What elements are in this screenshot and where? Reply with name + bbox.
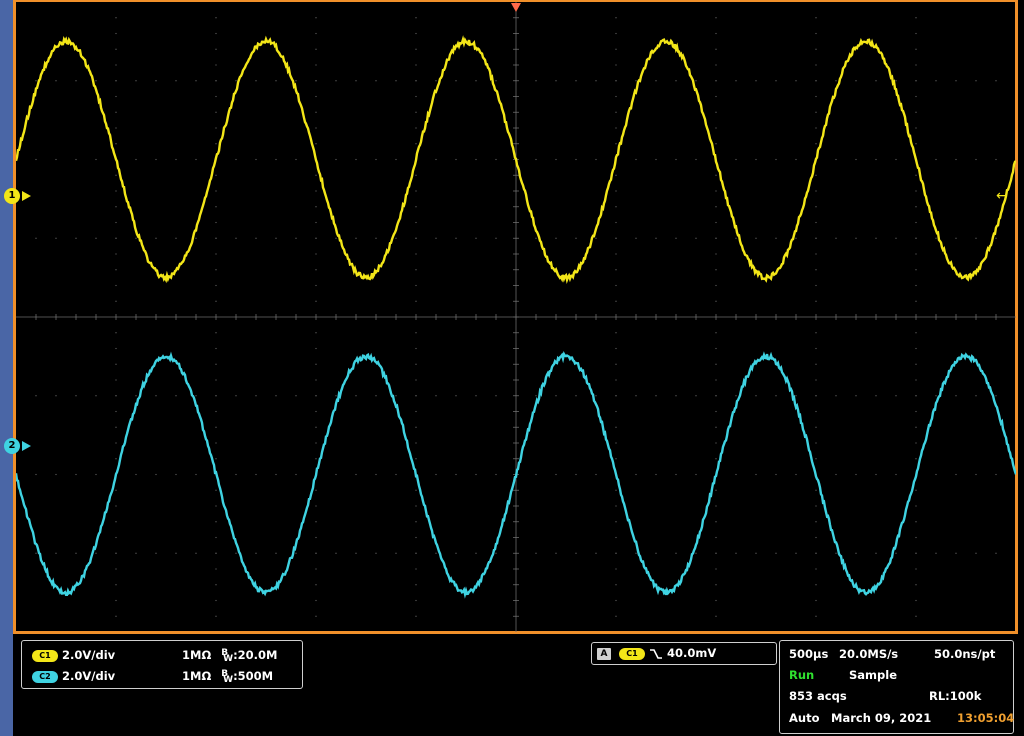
channel-1-marker[interactable]: 1 (4, 188, 20, 204)
trigger-readout-panel[interactable]: A C1 40.0mV (591, 642, 777, 665)
channel-2-marker[interactable]: 2 (4, 438, 20, 454)
channel-1-settings: 1MΩ BW:20.0M (182, 646, 277, 664)
channel-1-scale: 2.0V/div (62, 648, 115, 662)
run-state[interactable]: Run (789, 666, 814, 684)
date: March 09, 2021 (831, 709, 931, 727)
channel-1-readout[interactable]: C1 2.0V/div (32, 646, 115, 664)
channel-1-arrow-icon (22, 191, 31, 201)
graticule-display (16, 2, 1016, 632)
channel-2-badge: C2 (32, 671, 58, 683)
channel-2-bandwidth-label: BW (221, 669, 233, 683)
channel-1-bandwidth: :20.0M (233, 648, 277, 662)
channel-1-bandwidth-label: BW (221, 648, 233, 662)
graticule-grid (16, 2, 1016, 632)
channel-2-arrow-icon (22, 441, 31, 451)
sample-rate: 20.0MS/s (839, 645, 898, 663)
acquisition-count: 853 acqs (789, 687, 847, 705)
acquisition-mode: Sample (849, 666, 897, 684)
trigger-mode: Auto (789, 709, 820, 727)
channel-2-impedance: 1MΩ (182, 669, 211, 683)
channel-2-bandwidth: :500M (233, 669, 273, 683)
channel-readout-panel[interactable]: C1 2.0V/div 1MΩ BW:20.0M C2 2.0V/div 1MΩ… (21, 640, 303, 689)
channel-1-impedance: 1MΩ (182, 648, 211, 662)
trigger-position-icon (511, 3, 521, 12)
acquisition-panel[interactable]: 500μs 20.0MS/s 50.0ns/pt Run Sample 853 … (779, 640, 1014, 734)
trigger-mode-icon: A (597, 648, 611, 660)
timebase[interactable]: 500μs (789, 645, 828, 663)
channel-1-badge: C1 (32, 650, 58, 662)
resolution: 50.0ns/pt (934, 645, 995, 663)
left-stripe (0, 0, 13, 736)
trigger-source-badge: C1 (619, 648, 645, 660)
trigger-level-arrow-icon: ← (996, 191, 1008, 201)
falling-edge-icon (649, 648, 663, 660)
channel-2-readout[interactable]: C2 2.0V/div (32, 667, 115, 685)
channel-2-settings: 1MΩ BW:500M (182, 667, 273, 685)
trigger-level: 40.0mV (667, 646, 716, 660)
channel-2-scale: 2.0V/div (62, 669, 115, 683)
time: 13:05:04 (957, 709, 1014, 727)
record-length: RL:100k (929, 687, 981, 705)
